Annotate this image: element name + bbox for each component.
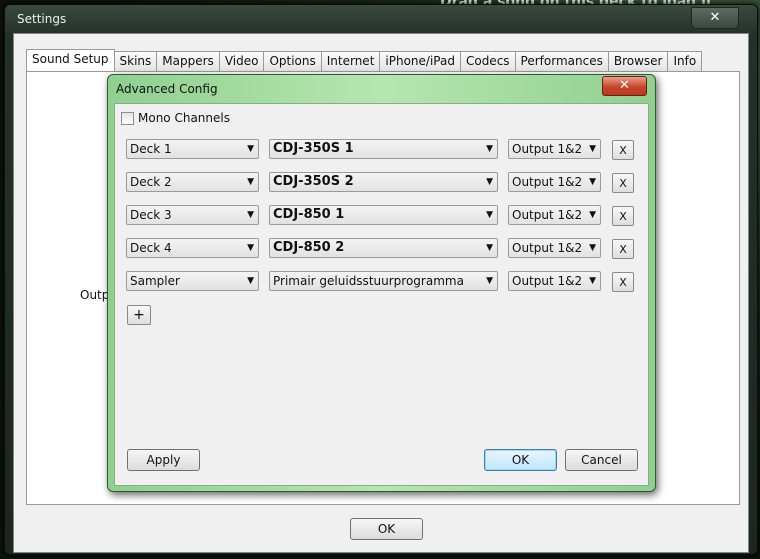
device-select[interactable]: CDJ-850 2 ▼ <box>269 238 498 258</box>
deck-select[interactable]: Deck 2 ▼ <box>126 172 259 192</box>
chevron-down-icon: ▼ <box>486 210 493 220</box>
tab-video[interactable]: Video <box>218 51 265 71</box>
apply-button[interactable]: Apply <box>127 449 200 471</box>
settings-ok-button[interactable]: OK <box>350 518 423 540</box>
add-output-button[interactable]: + <box>127 305 151 325</box>
tab-codecs[interactable]: Codecs <box>459 51 516 71</box>
ok-button[interactable]: OK <box>484 449 557 471</box>
cancel-button[interactable]: Cancel <box>565 449 638 471</box>
settings-title: Settings <box>17 12 67 26</box>
output-select[interactable]: Output 1&2 ▼ <box>508 238 601 258</box>
advanced-config-title: Advanced Config <box>116 82 218 96</box>
chevron-down-icon: ▼ <box>247 177 254 187</box>
chevron-down-icon: ▼ <box>247 243 254 253</box>
chevron-down-icon: ▼ <box>486 144 493 154</box>
output-select[interactable]: Output 1&2 ▼ <box>508 139 601 159</box>
tab-performances[interactable]: Performances <box>514 51 609 71</box>
chevron-down-icon: ▼ <box>247 276 254 286</box>
chevron-down-icon: ▼ <box>589 144 596 154</box>
device-select[interactable]: CDJ-350S 1 ▼ <box>269 139 498 159</box>
remove-row-button[interactable]: X <box>612 140 634 160</box>
mono-channels-checkbox[interactable] <box>121 111 134 125</box>
chevron-down-icon: ▼ <box>247 144 254 154</box>
deck-select[interactable]: Deck 1 ▼ <box>126 139 259 159</box>
tab-options[interactable]: Options <box>263 51 322 71</box>
advanced-config-dialog: Advanced Config ✕ Mono Channels Deck 1 ▼ … <box>107 74 656 492</box>
chevron-down-icon: ▼ <box>486 276 493 286</box>
tab-internet[interactable]: Internet <box>320 51 381 71</box>
tab-mappers[interactable]: Mappers <box>156 51 220 71</box>
output-select[interactable]: Output 1&2 ▼ <box>508 271 601 291</box>
deck-select[interactable]: Sampler ▼ <box>126 271 259 291</box>
device-select[interactable]: Primair geluidsstuurprogramma ▼ <box>269 271 498 291</box>
chevron-down-icon: ▼ <box>589 243 596 253</box>
device-select[interactable]: CDJ-350S 2 ▼ <box>269 172 498 192</box>
tab-iphone-ipad[interactable]: iPhone/iPad <box>379 51 461 71</box>
deck-select[interactable]: Deck 3 ▼ <box>126 205 259 225</box>
tab-sound-setup[interactable]: Sound Setup <box>26 49 115 71</box>
chevron-down-icon: ▼ <box>589 210 596 220</box>
remove-row-button[interactable]: X <box>612 239 634 259</box>
device-select[interactable]: CDJ-850 1 ▼ <box>269 205 498 225</box>
tab-skins[interactable]: Skins <box>113 51 158 71</box>
chevron-down-icon: ▼ <box>486 177 493 187</box>
chevron-down-icon: ▼ <box>247 210 254 220</box>
settings-close-button[interactable]: ✕ <box>691 7 739 29</box>
output-select[interactable]: Output 1&2 ▼ <box>508 205 601 225</box>
tab-info[interactable]: Info <box>667 51 703 71</box>
settings-tabs: Sound Setup Skins Mappers Video Options … <box>26 49 703 71</box>
remove-row-button[interactable]: X <box>612 206 634 226</box>
tab-browser[interactable]: Browser <box>607 51 669 71</box>
advanced-close-button[interactable]: ✕ <box>602 76 647 96</box>
remove-row-button[interactable]: X <box>612 272 634 292</box>
chevron-down-icon: ▼ <box>589 177 596 187</box>
mono-channels-label: Mono Channels <box>138 111 230 125</box>
output-select[interactable]: Output 1&2 ▼ <box>508 172 601 192</box>
deck-select[interactable]: Deck 4 ▼ <box>126 238 259 258</box>
chevron-down-icon: ▼ <box>486 243 493 253</box>
advanced-config-body: Mono Channels Deck 1 ▼ CDJ-350S 1 ▼ Output… <box>114 103 649 486</box>
mono-channels-option[interactable]: Mono Channels <box>121 111 230 125</box>
remove-row-button[interactable]: X <box>612 173 634 193</box>
chevron-down-icon: ▼ <box>589 276 596 286</box>
